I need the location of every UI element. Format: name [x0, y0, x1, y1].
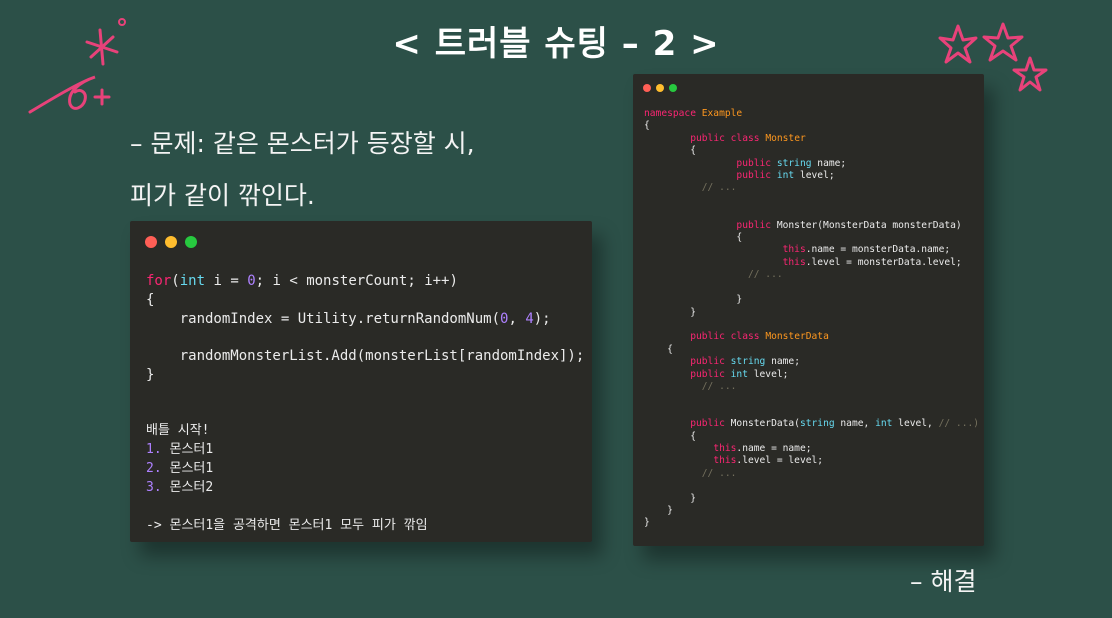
battle-output: 배틀 시작! 1. 몬스터1 2. 몬스터1 3. 몬스터2 -> 몬스터1을 … [146, 421, 428, 535]
minimize-dot-icon [656, 84, 664, 92]
list-item-number: 2. [146, 461, 162, 476]
battle-start-text: 배틀 시작! [146, 423, 210, 438]
list-item: 몬스터2 [161, 480, 214, 495]
problem-statement-line-2: 피가 같이 깎인다. [130, 181, 315, 210]
result-note: -> 몬스터1을 공격하면 몬스터1 모두 피가 깎임 [146, 518, 428, 533]
window-controls [145, 236, 197, 248]
maximize-dot-icon [185, 236, 197, 248]
right-code-window: namespace Example { public class Monster… [633, 74, 984, 546]
list-item-number: 3. [146, 480, 162, 495]
page-title: < 트러블 슈팅 – 2 > [392, 24, 720, 64]
class-code-snippet: namespace Example { public class Monster… [644, 108, 980, 529]
window-controls [643, 84, 677, 92]
close-dot-icon [643, 84, 651, 92]
list-item: 몬스터1 [161, 442, 214, 457]
list-item: 몬스터1 [161, 461, 214, 476]
loop-code-snippet: for(int i = 0; i < monsterCount; i++) { … [146, 273, 585, 383]
left-code-window: for(int i = 0; i < monsterCount; i++) { … [130, 221, 592, 542]
list-item-number: 1. [146, 442, 162, 457]
problem-statement-line-1: – 문제: 같은 몬스터가 등장할 시, [130, 129, 475, 158]
maximize-dot-icon [669, 84, 677, 92]
solution-label: – 해결 [910, 567, 977, 596]
minimize-dot-icon [165, 236, 177, 248]
close-dot-icon [145, 236, 157, 248]
